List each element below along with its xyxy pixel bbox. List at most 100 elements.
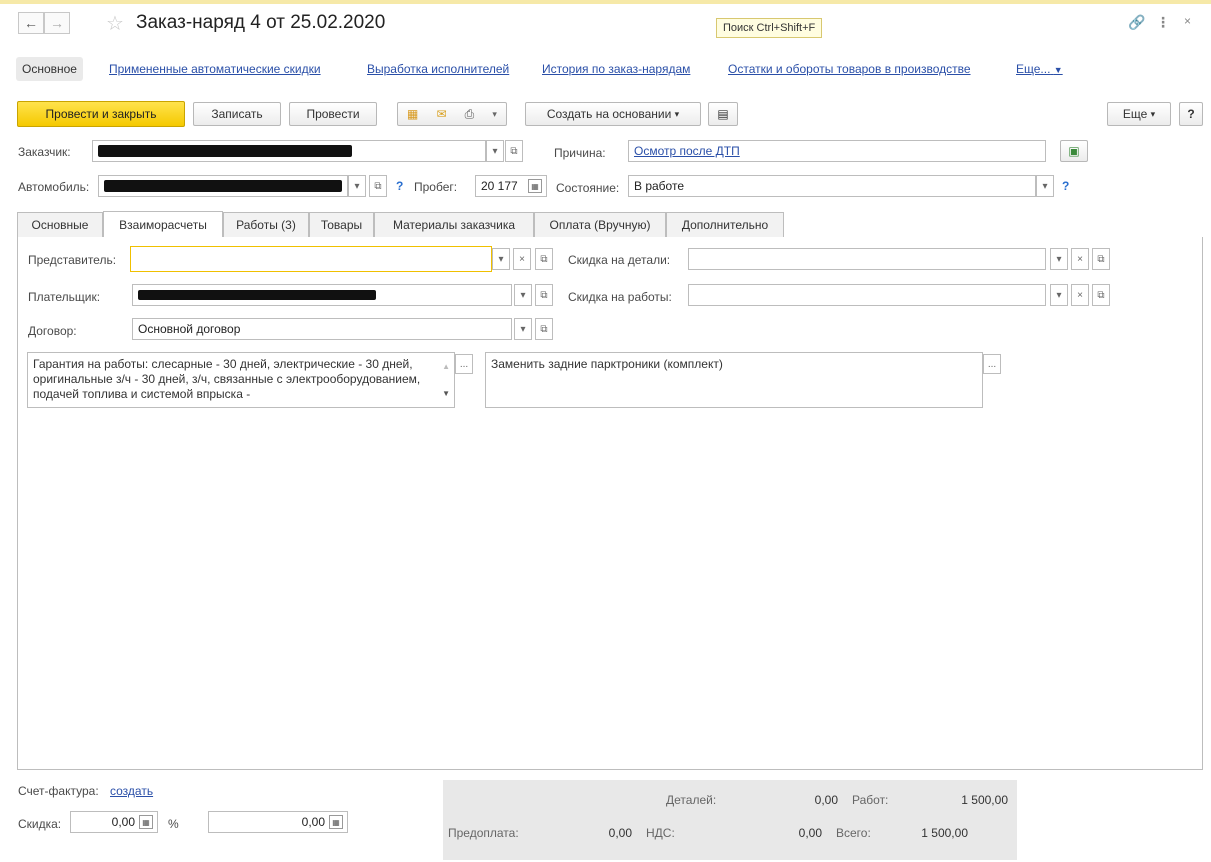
print-icon[interactable]: ⎙ — [465, 107, 475, 122]
works-total-value: 1 500,00 — [961, 793, 1008, 807]
favorite-star-icon[interactable]: ☆ — [106, 11, 124, 36]
car-dropdown[interactable]: ▾ — [348, 175, 366, 197]
prepay-value: 0,00 — [608, 826, 632, 840]
recommendation-select-button[interactable]: ... — [983, 354, 1001, 374]
contract-dropdown[interactable]: ▾ — [514, 318, 532, 340]
calculator-icon[interactable]: ▦ — [528, 179, 542, 193]
nav-performers-output[interactable]: Выработка исполнителей — [367, 62, 509, 76]
representative-field[interactable] — [130, 246, 492, 272]
works-discount-dropdown[interactable]: ▾ — [1050, 284, 1068, 306]
open-icon: ⧉ — [540, 323, 548, 335]
mileage-label: Пробег: — [414, 180, 458, 194]
search-hint-tooltip: Поиск Ctrl+Shift+F — [716, 18, 823, 38]
recommendation-memo[interactable]: Заменить задние парктроники (комплект) — [485, 352, 983, 408]
works-total-label: Работ: — [852, 793, 889, 807]
parts-discount-field[interactable] — [688, 248, 1046, 270]
chevron-down-icon: ▾ — [354, 180, 360, 192]
report-icon[interactable]: ▦ — [407, 107, 418, 121]
chevron-down-icon: ▾ — [1042, 180, 1048, 192]
clear-icon: × — [1077, 289, 1083, 301]
contract-field[interactable]: Основной договор — [132, 318, 512, 340]
total-value: 1 500,00 — [921, 826, 968, 840]
create-based-on-button[interactable]: Создать на основании ▾ — [525, 102, 701, 126]
close-icon[interactable]: × — [1184, 14, 1191, 28]
prepay-label: Предоплата: — [448, 826, 519, 840]
tab-goods[interactable]: Товары — [309, 212, 374, 237]
open-icon: ⧉ — [1097, 253, 1105, 265]
reason-select-button[interactable]: ▣ — [1060, 140, 1088, 162]
chevron-down-icon: ▾ — [520, 323, 526, 335]
arrow-right-icon: → — [50, 15, 64, 31]
discount-sum-field[interactable]: 0,00 ▦ — [208, 811, 348, 833]
works-discount-field[interactable] — [688, 284, 1046, 306]
payer-open[interactable]: ⧉ — [535, 284, 553, 306]
nav-more[interactable]: Еще... ▼ — [1016, 62, 1063, 76]
state-dropdown[interactable]: ▾ — [1036, 175, 1054, 197]
invoice-label: Счет-фактура: — [18, 784, 99, 798]
redacted-customer — [98, 145, 352, 157]
works-discount-open[interactable]: ⧉ — [1092, 284, 1110, 306]
nav-order-history[interactable]: История по заказ-нарядам — [542, 62, 690, 76]
link-icon[interactable]: 🔗 — [1128, 14, 1145, 31]
contract-open[interactable]: ⧉ — [535, 318, 553, 340]
contract-label: Договор: — [28, 324, 77, 338]
scroll-up-icon[interactable]: ▲ — [442, 359, 450, 374]
discount-label: Скидка: — [18, 817, 62, 831]
warranty-memo[interactable]: Гарантия на работы: слесарные - 30 дней,… — [27, 352, 455, 408]
mail-icon[interactable]: ✉ — [437, 107, 447, 121]
arrow-left-icon: ← — [24, 15, 38, 31]
parts-discount-label: Скидка на детали: — [568, 253, 671, 267]
clear-icon: × — [519, 253, 525, 265]
representative-open[interactable]: ⧉ — [535, 248, 553, 270]
car-open[interactable]: ⧉ — [369, 175, 387, 197]
customer-open[interactable]: ⧉ — [505, 140, 523, 162]
write-button[interactable]: Записать — [193, 102, 281, 126]
mileage-field[interactable]: 20 177 ▦ — [475, 175, 547, 197]
chevron-down-icon: ▾ — [1150, 108, 1156, 119]
nav-main[interactable]: Основное — [16, 57, 83, 81]
parts-discount-clear[interactable]: × — [1071, 248, 1089, 270]
parts-total-label: Деталей: — [666, 793, 717, 807]
tab-settlements[interactable]: Взаиморасчеты — [103, 211, 223, 237]
customer-dropdown[interactable]: ▾ — [486, 140, 504, 162]
help-button[interactable]: ? — [1179, 102, 1203, 126]
state-help-icon[interactable]: ? — [1062, 179, 1069, 193]
discount-percent-field[interactable]: 0,00 ▦ — [70, 811, 158, 833]
tab-works[interactable]: Работы (3) — [223, 212, 309, 237]
calculator-icon[interactable]: ▦ — [139, 815, 153, 829]
representative-dropdown[interactable]: ▾ — [492, 248, 510, 270]
tab-customer-materials[interactable]: Материалы заказчика — [374, 212, 534, 237]
back-button[interactable]: ← — [18, 12, 44, 34]
structure-button[interactable]: ▤ — [708, 102, 738, 126]
tab-payment[interactable]: Оплата (Вручную) — [534, 212, 666, 237]
customer-field[interactable] — [92, 140, 486, 162]
warranty-select-button[interactable]: ... — [455, 354, 473, 374]
tab-main[interactable]: Основные — [17, 212, 103, 237]
nav-auto-discounts[interactable]: Примененные автоматические скидки — [109, 62, 321, 76]
forward-button[interactable]: → — [44, 12, 70, 34]
payer-field[interactable] — [132, 284, 512, 306]
more-vert-icon[interactable]: ⋮ — [1156, 14, 1170, 31]
car-help-icon[interactable]: ? — [396, 179, 403, 193]
payer-dropdown[interactable]: ▾ — [514, 284, 532, 306]
post-button[interactable]: Провести — [289, 102, 377, 126]
car-field[interactable] — [98, 175, 348, 197]
invoice-create-link[interactable]: создать — [110, 784, 153, 798]
post-and-close-button[interactable]: Провести и закрыть — [17, 101, 185, 127]
chevron-down-icon[interactable]: ▾ — [492, 109, 497, 120]
representative-clear[interactable]: × — [513, 248, 531, 270]
calculator-icon[interactable]: ▦ — [329, 815, 343, 829]
totals-panel — [443, 780, 1017, 860]
scroll-down-icon[interactable]: ▼ — [442, 386, 450, 401]
parts-discount-dropdown[interactable]: ▾ — [1050, 248, 1068, 270]
open-icon: ⧉ — [540, 289, 548, 301]
open-icon: ⧉ — [540, 253, 548, 265]
tab-additional[interactable]: Дополнительно — [666, 212, 784, 237]
works-discount-clear[interactable]: × — [1071, 284, 1089, 306]
state-field[interactable]: В работе — [628, 175, 1036, 197]
state-label: Состояние: — [556, 181, 620, 195]
nav-production-stock[interactable]: Остатки и обороты товаров в производстве — [728, 62, 971, 76]
more-button[interactable]: Еще ▾ — [1107, 102, 1171, 126]
reason-field[interactable]: Осмотр после ДТП — [628, 140, 1046, 162]
parts-discount-open[interactable]: ⧉ — [1092, 248, 1110, 270]
